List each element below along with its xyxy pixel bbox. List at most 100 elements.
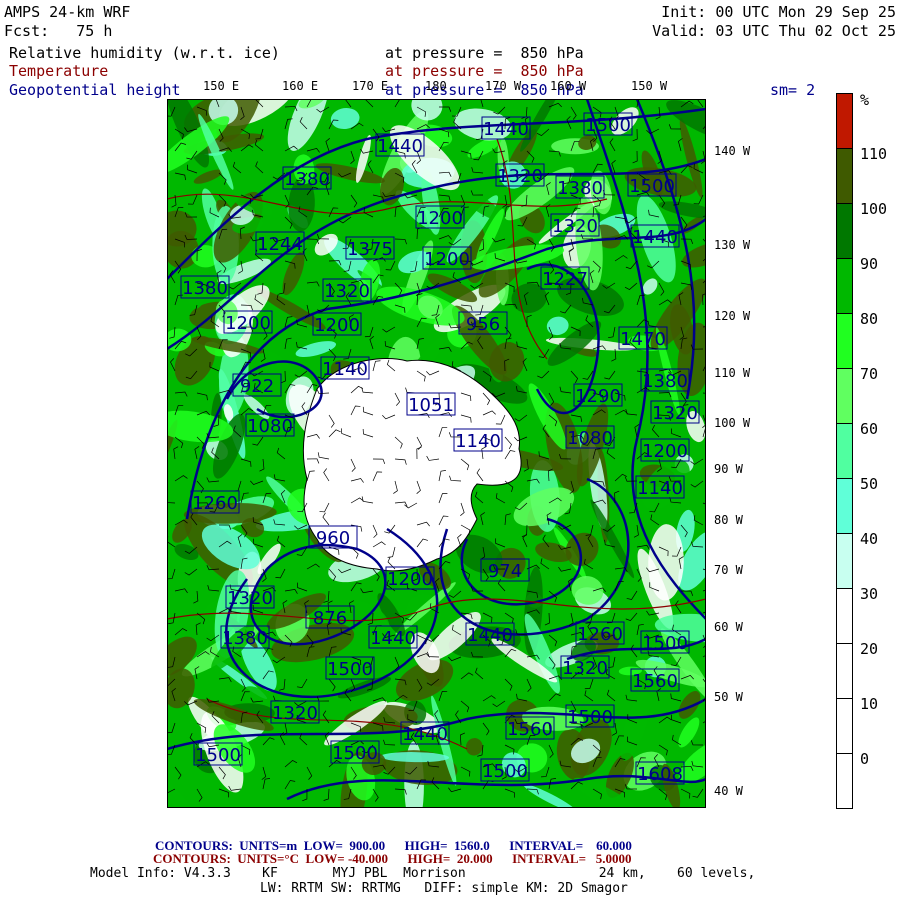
- height-contour-label: 1320: [650, 400, 700, 424]
- colorbar: [836, 93, 853, 809]
- height-contour-value: 1500: [327, 659, 373, 680]
- lon-label-top: 160 W: [550, 79, 587, 93]
- physics-info: LW: RRTM SW: RRTMG DIFF: simple KM: 2D S…: [260, 881, 628, 896]
- height-contour-label: 1500: [583, 112, 633, 136]
- height-contour-value: 1500: [585, 115, 631, 136]
- height-contour-label: 1200: [640, 438, 690, 462]
- height-contour-value: 1608: [637, 764, 683, 785]
- colorbar-bin: [837, 754, 852, 808]
- height-contour-value: 956: [466, 314, 500, 335]
- colorbar-label: 20: [860, 640, 879, 658]
- lon-label-top: 150 E: [203, 79, 240, 93]
- lon-label-top: 180: [425, 79, 447, 93]
- colorbar-bin: [837, 369, 852, 424]
- colorbar-label: 40: [860, 530, 879, 548]
- height-contour-label: 956: [458, 311, 508, 335]
- colorbar-bin: [837, 589, 852, 644]
- init-time: Init: 00 UTC Mon 29 Sep 25: [661, 3, 896, 21]
- colorbar-bin: [837, 259, 852, 314]
- colorbar-unit: %: [860, 91, 870, 109]
- height-contour-label: 1200: [422, 246, 472, 270]
- colorbar-bin: [837, 149, 852, 204]
- height-contour-value: 1560: [507, 719, 553, 740]
- lon-label-right: 140 W: [714, 144, 751, 158]
- colorbar-bin: [837, 699, 852, 754]
- height-contour-label: 1320: [225, 585, 275, 609]
- height-contour-value: 1560: [632, 671, 678, 692]
- height-contour-label: 1440: [630, 224, 680, 248]
- height-contour-value: 1500: [642, 633, 688, 654]
- model-title: AMPS 24-km WRF: [4, 3, 131, 21]
- lon-label-right: 60 W: [714, 620, 743, 634]
- height-contour-value: 1320: [324, 281, 370, 302]
- height-contour-label: 1500: [565, 704, 615, 728]
- height-contour-label: 1500: [640, 630, 690, 654]
- height-contour-label: 1140: [320, 356, 370, 380]
- height-contour-value: 1500: [195, 745, 241, 766]
- height-contour-value: 1320: [227, 588, 273, 609]
- field-rh-level: at pressure = 850 hPa: [385, 44, 584, 62]
- lon-label-top: 170 W: [485, 79, 522, 93]
- weather-map: 1440 1500 1440 1380 1320 1380 1500 1200 1320 1440…: [167, 99, 706, 808]
- height-contour-label: 1200: [385, 566, 435, 590]
- height-contour-value: 1375: [347, 239, 393, 260]
- height-contour-value: 1440: [402, 724, 448, 745]
- height-contour-label: 1500: [193, 742, 243, 766]
- height-contour-label: 1260: [190, 490, 240, 514]
- colorbar-label: 100: [860, 200, 888, 218]
- colorbar-label: 80: [860, 310, 879, 328]
- height-contour-value: 1080: [247, 416, 293, 437]
- colorbar-bin: [837, 644, 852, 699]
- colorbar-bin: [837, 424, 852, 479]
- height-contour-label: 1440: [481, 116, 531, 140]
- height-contour-label: 1244: [255, 231, 305, 255]
- height-contour-label: 1320: [560, 655, 610, 679]
- height-contour-label: 1290: [573, 383, 623, 407]
- lon-label-top: 160 E: [282, 79, 319, 93]
- height-contour-value: 1320: [652, 403, 698, 424]
- height-contour-label: 1500: [325, 656, 375, 680]
- smoothing-label: sm= 2: [770, 81, 816, 99]
- height-contour-value: 1380: [557, 178, 603, 199]
- height-contour-label: 1380: [555, 175, 605, 199]
- height-contour-label: 1500: [480, 758, 530, 782]
- height-contour-label: 1320: [322, 278, 372, 302]
- height-contour-label: 1200: [223, 310, 273, 334]
- height-contour-value: 1440: [467, 625, 513, 646]
- height-contour-label: 1500: [330, 740, 380, 764]
- colorbar-label: 50: [860, 475, 879, 493]
- colorbar-label: 10: [860, 695, 879, 713]
- colorbar-bin: [837, 94, 852, 149]
- height-contour-value: 1200: [225, 313, 271, 334]
- height-contour-label: 1470: [618, 326, 668, 350]
- height-contour-value: 1440: [370, 628, 416, 649]
- height-contour-label: 1227: [540, 266, 590, 290]
- height-contour-value: 1320: [552, 216, 598, 237]
- colorbar-label: 70: [860, 365, 879, 383]
- height-contour-label: 1440: [368, 625, 418, 649]
- height-contour-label: 1440: [375, 133, 425, 157]
- height-contour-value: 922: [240, 376, 274, 397]
- height-contour-value: 1260: [577, 624, 623, 645]
- height-contour-label: 1375: [345, 236, 395, 260]
- height-contour-label: 1320: [495, 163, 545, 187]
- field-height-label: Geopotential height: [9, 81, 181, 99]
- height-contour-label: 1608: [635, 761, 685, 785]
- height-contour-value: 1440: [377, 136, 423, 157]
- colorbar-bin: [837, 534, 852, 589]
- colorbar-label: 30: [860, 585, 879, 603]
- height-contour-label: 1440: [400, 721, 450, 745]
- field-temp-level: at pressure = 850 hPa: [385, 62, 584, 80]
- lon-label-top: 170 E: [352, 79, 389, 93]
- colorbar-label: 0: [860, 750, 870, 768]
- height-contour-value: 1380: [222, 628, 268, 649]
- lon-label-top: 150 W: [631, 79, 668, 93]
- height-contour-label: 1380: [180, 275, 230, 299]
- height-contour-label: 1080: [565, 425, 615, 449]
- colorbar-label: 110: [860, 145, 888, 163]
- height-contour-value: 1200: [424, 249, 470, 270]
- height-contour-label: 1140: [453, 428, 503, 452]
- colorbar-label: 90: [860, 255, 879, 273]
- height-contour-value: 1200: [642, 441, 688, 462]
- height-contour-label: 1080: [245, 413, 295, 437]
